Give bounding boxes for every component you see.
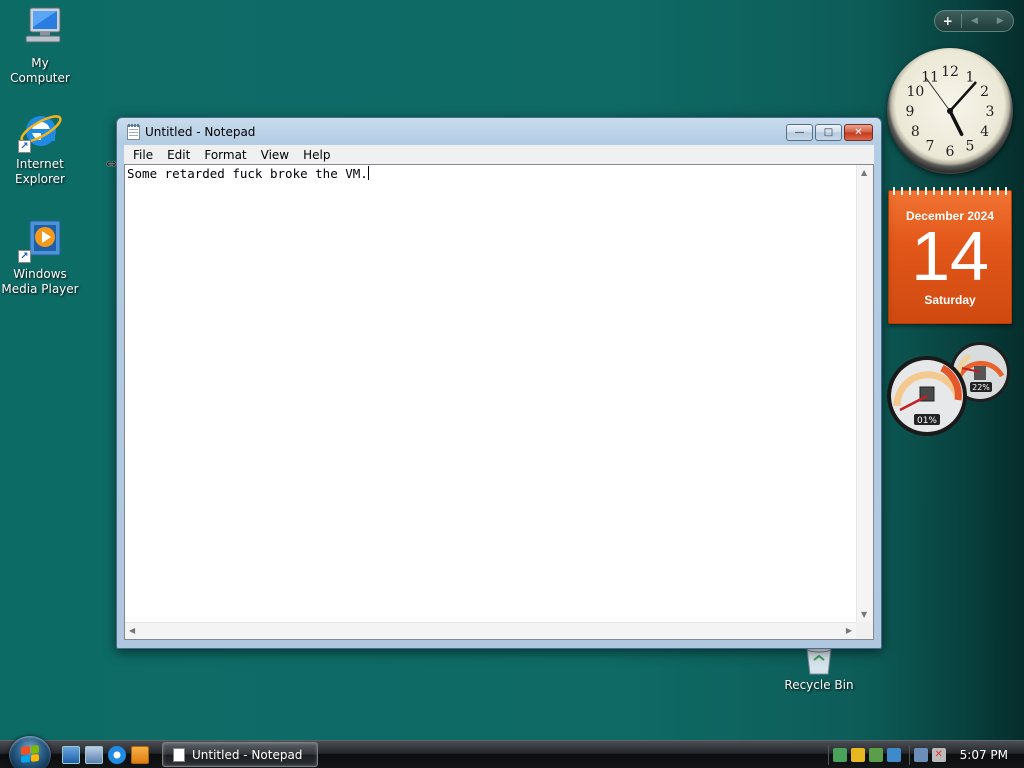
calendar-weekday: Saturday (924, 293, 976, 307)
memory-readout: 22% (972, 383, 990, 392)
taskbar-button-label: Untitled - Notepad (192, 747, 303, 762)
resize-cursor-icon: ⇔ (106, 157, 117, 172)
calendar-gadget[interactable]: December 2024 14 Saturday (888, 187, 1012, 324)
previous-gadgets-button[interactable]: ◀ (962, 16, 988, 26)
start-button[interactable] (9, 736, 51, 768)
clock-numeral: 10 (906, 84, 924, 100)
recycle-bin-icon (795, 645, 843, 676)
clock-numeral: 7 (926, 139, 935, 155)
clock-minute-hand (948, 81, 977, 113)
clock-hour-hand (948, 109, 964, 137)
desktop-icon-label: My Computer (10, 56, 70, 85)
windows-update-icon[interactable] (868, 748, 883, 762)
scroll-up-arrow-icon[interactable]: ▲ (861, 168, 867, 177)
clock-center (947, 108, 953, 114)
resize-grip[interactable] (856, 622, 873, 639)
desktop-icon-label: Internet Explorer (15, 157, 65, 186)
media-player-icon[interactable] (131, 746, 149, 764)
show-desktop-icon[interactable] (62, 746, 80, 764)
windows-logo-icon (21, 745, 39, 763)
scroll-right-arrow-icon[interactable]: ▶ (846, 626, 852, 635)
network-icon[interactable] (913, 748, 928, 762)
clock-numeral: 5 (966, 139, 975, 155)
window-title: Untitled - Notepad (145, 125, 256, 139)
desktop-icon-recycle-bin[interactable]: Recycle Bin (779, 645, 859, 693)
close-button[interactable]: ✕ (844, 124, 873, 141)
switch-windows-icon[interactable] (85, 746, 103, 764)
menu-help[interactable]: Help (296, 148, 337, 162)
maximize-icon: □ (823, 127, 834, 138)
calendar-rings (893, 187, 1007, 195)
notepad-icon (173, 747, 185, 762)
clock-numeral: 8 (911, 124, 920, 140)
internet-explorer-icon[interactable] (108, 746, 126, 764)
menu-bar: File Edit Format View Help (124, 145, 874, 164)
scroll-left-arrow-icon[interactable]: ◀ (129, 626, 135, 635)
vertical-scrollbar[interactable]: ▲ ▼ (856, 165, 873, 622)
next-gadgets-button[interactable]: ▶ (987, 16, 1013, 26)
clock-numeral: 12 (941, 64, 959, 80)
network-sync-icon[interactable] (832, 748, 847, 762)
clock-face: 12 1234567891011 (906, 64, 995, 160)
text-editor[interactable]: Some retarded fuck broke the VM. ▲ ▼ ◀ ▶ (124, 164, 874, 640)
media-player-icon: ↗ (16, 217, 64, 265)
editor-content: Some retarded fuck broke the VM. (127, 166, 369, 181)
desktop-icon-internet-explorer[interactable]: ↗ Internet Explorer (0, 107, 80, 187)
notepad-icon (127, 123, 140, 140)
tray-separator (827, 745, 829, 765)
menu-view[interactable]: View (254, 148, 296, 162)
calendar-day: 14 (911, 217, 989, 295)
minimize-button[interactable]: — (786, 124, 813, 141)
tray-separator (908, 745, 910, 765)
clock-numeral: 2 (980, 84, 989, 100)
minimize-icon: — (794, 127, 805, 138)
taskbar-notepad-button[interactable]: Untitled - Notepad (162, 742, 318, 767)
clock-numeral: 4 (980, 124, 989, 140)
desktop-icon-my-computer[interactable]: My Computer (0, 6, 80, 86)
scroll-down-arrow-icon[interactable]: ▼ (861, 610, 867, 619)
gadget-control-bar: + ◀ ▶ (934, 10, 1014, 32)
security-shield-icon[interactable] (850, 748, 865, 762)
shortcut-arrow-icon: ↗ (18, 250, 31, 263)
close-icon: ✕ (854, 127, 863, 138)
window-controls: — □ ✕ (784, 124, 873, 141)
volume-muted-icon[interactable]: ✕ (931, 748, 946, 762)
cpu-meter-gadget[interactable]: 01% 22% (886, 340, 1016, 438)
clock-numeral: 6 (946, 144, 955, 160)
maximize-button[interactable]: □ (815, 124, 842, 141)
quick-launch (62, 746, 154, 764)
clock-numeral: 3 (986, 104, 995, 120)
computer-icon (16, 6, 64, 54)
taskbar: Untitled - Notepad ✕ 5:07 PM (0, 736, 1024, 768)
cpu-readout: 01% (917, 416, 937, 426)
defender-icon[interactable] (886, 748, 901, 762)
notepad-window[interactable]: Untitled - Notepad — □ ✕ File Edit Forma… (116, 117, 882, 649)
desktop-icon-windows-media-player[interactable]: ↗ Windows Media Player (0, 217, 80, 297)
shortcut-arrow-icon: ↗ (18, 140, 31, 153)
system-tray: ✕ 5:07 PM (820, 741, 1024, 768)
internet-explorer-icon: ↗ (16, 107, 64, 155)
taskbar-clock[interactable]: 5:07 PM (960, 748, 1008, 762)
desktop-icon-label: Recycle Bin (784, 678, 854, 692)
clock-gadget[interactable]: 12 1 2 3 4 5 6 7 8 9 10 11 (887, 48, 1013, 174)
add-gadget-button[interactable]: + (935, 14, 962, 28)
text-caret (367, 166, 369, 180)
menu-file[interactable]: File (126, 148, 160, 162)
clock-numeral: 9 (906, 104, 915, 120)
horizontal-scrollbar[interactable]: ◀ ▶ (125, 622, 856, 639)
clock-numeral: 1 (966, 69, 975, 85)
desktop-icon-label: Windows Media Player (1, 267, 79, 296)
menu-edit[interactable]: Edit (160, 148, 197, 162)
title-bar[interactable]: Untitled - Notepad (117, 118, 881, 146)
editor-text: Some retarded fuck broke the VM. (127, 166, 368, 181)
menu-format[interactable]: Format (197, 148, 253, 162)
